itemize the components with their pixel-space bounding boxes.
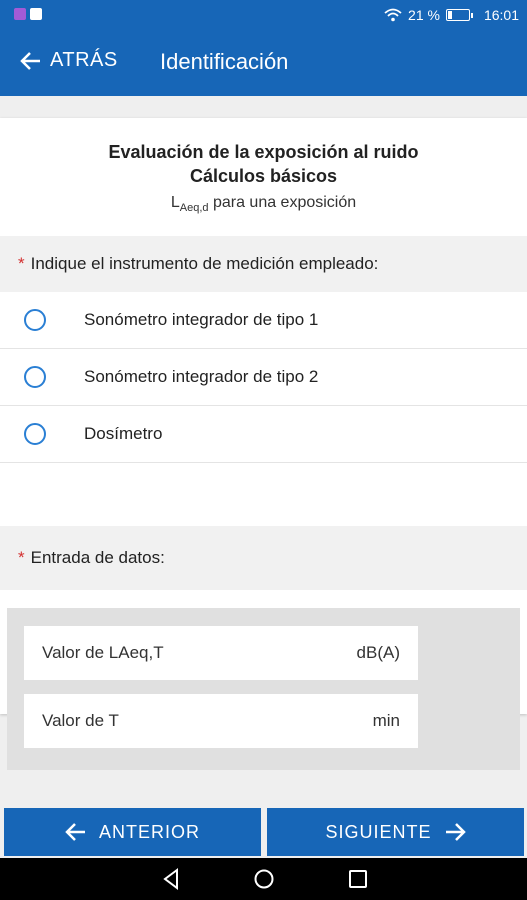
instrument-question-label: * Indique el instrumento de medición emp… [0,236,527,292]
option-label: Sonómetro integrador de tipo 1 [84,310,319,329]
form-card: Evaluación de la exposición al ruido Cál… [0,118,527,770]
previous-label: ANTERIOR [98,821,200,842]
arrow-left-icon [65,823,85,841]
card-header: Evaluación de la exposición al ruido Cál… [0,118,527,236]
laeq-input-field[interactable]: Valor de LAeq,T dB(A) [24,626,418,680]
status-right: 21 % 16:01 [384,7,519,23]
required-mark: * [18,254,25,273]
subtitle-subscript: Aeq,d [179,202,209,215]
data-entry-box: Valor de LAeq,T dB(A) Valor de T min [7,608,520,770]
system-nav-icons [163,868,367,890]
recents-square-icon[interactable] [349,870,367,888]
title-line-1: Evaluación de la exposición al ruido [108,142,419,162]
previous-button[interactable]: ANTERIOR [4,808,261,856]
question-text: Indique el instrumento de medición emple… [30,254,379,273]
radio-button[interactable] [24,366,46,388]
app-notification-icon [14,8,26,20]
google-icon [30,8,42,20]
page-title: Identificación [160,49,289,74]
arrow-right-icon [445,823,466,841]
battery-percent: 21 % [408,7,440,23]
next-label: SIGUIENTE [325,821,432,842]
notification-icons [14,8,42,20]
status-bar: 21 % 16:01 [0,0,527,30]
next-button[interactable]: SIGUIENTE [267,808,524,856]
radio-option-type-2[interactable]: Sonómetro integrador de tipo 2 [0,349,527,406]
data-entry-text: Entrada de datos: [30,548,165,567]
clock: 16:01 [483,7,519,23]
field-unit: min [372,711,400,730]
home-circle-icon[interactable] [254,869,274,889]
field-label: Valor de LAeq,T [42,643,164,662]
field-unit: dB(A) [356,643,400,662]
app-bar: ATRÁS Identificación [0,30,527,96]
system-navigation-bar [0,858,527,900]
bottom-navigation: ANTERIOR SIGUIENTE [0,806,527,858]
radio-button[interactable] [24,423,46,445]
radio-option-type-1[interactable]: Sonómetro integrador de tipo 1 [0,292,527,349]
option-label: Dosímetro [84,424,163,443]
required-mark: * [18,548,25,567]
data-entry-section: * Entrada de datos: Valor de LAeq,T dB(A… [0,526,527,770]
radio-button[interactable] [24,309,46,331]
subtitle-symbol: L [170,194,180,211]
battery-icon [445,9,473,21]
data-entry-label: * Entrada de datos: [0,526,527,590]
field-label: Valor de T [42,711,119,730]
t-input-field[interactable]: Valor de T min [24,694,418,748]
card-subtitle: LAeq,d para una exposición [0,194,527,214]
card-title: Evaluación de la exposición al ruido Cál… [0,140,527,188]
subtitle-text: para una exposición [208,194,357,211]
wifi-icon [384,8,402,22]
back-button[interactable]: ATRÁS [20,49,118,72]
title-line-2: Cálculos básicos [189,166,338,186]
radio-option-dosimeter[interactable]: Dosímetro [0,406,527,463]
back-label: ATRÁS [50,49,118,71]
arrow-left-icon [20,51,40,70]
back-triangle-icon[interactable] [163,868,178,890]
option-label: Sonómetro integrador de tipo 2 [84,367,319,386]
